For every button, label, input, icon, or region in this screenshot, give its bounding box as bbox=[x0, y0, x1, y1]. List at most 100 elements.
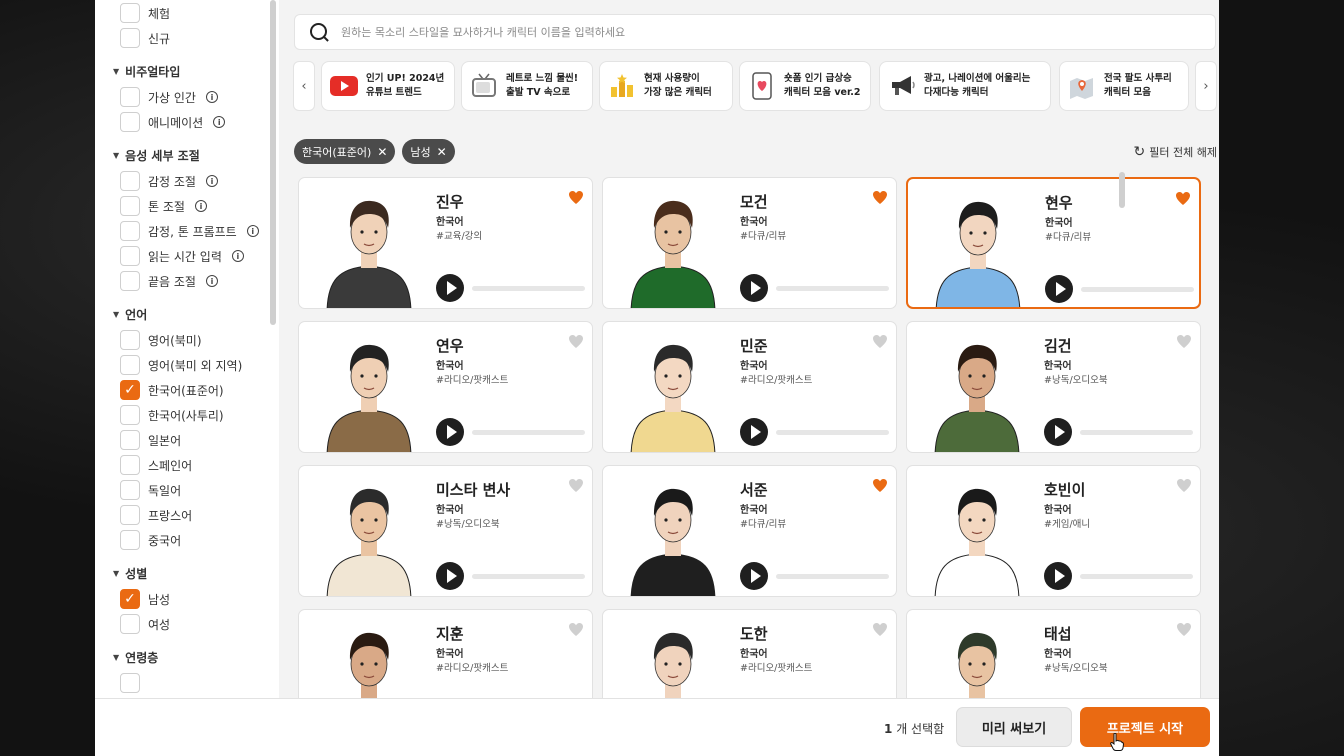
audio-progress-track[interactable] bbox=[776, 430, 889, 435]
filter-option-3-0[interactable]: ✓ 남성 bbox=[120, 588, 170, 610]
character-card[interactable]: 호빈이 한국어 #게임/애니 bbox=[906, 465, 1201, 597]
filter-option-partial[interactable] bbox=[120, 672, 140, 694]
checkbox[interactable] bbox=[120, 171, 140, 191]
theme-banner-5[interactable]: 전국 팔도 사투리 캐릭터 모음 bbox=[1059, 61, 1189, 111]
search-icon[interactable] bbox=[309, 22, 329, 42]
filter-option-top-1[interactable]: 신규 bbox=[120, 27, 170, 49]
filter-option-0-0[interactable]: 가상 인간 i bbox=[120, 86, 218, 108]
character-card[interactable]: 미스타 변사 한국어 #낭독/오디오북 bbox=[298, 465, 593, 597]
character-card[interactable]: 민준 한국어 #라디오/팟캐스트 bbox=[602, 321, 897, 453]
checkbox[interactable] bbox=[120, 112, 140, 132]
filter-option-top-0[interactable]: 체험 bbox=[120, 2, 170, 24]
audio-progress-track[interactable] bbox=[472, 574, 585, 579]
filter-chip[interactable]: 남성 ✕ bbox=[402, 139, 455, 164]
preview-button[interactable]: 미리 써보기 bbox=[956, 707, 1072, 747]
heart-icon[interactable] bbox=[568, 190, 584, 206]
filter-option-2-0[interactable]: 영어(북미) bbox=[120, 329, 202, 351]
checkbox[interactable] bbox=[120, 355, 140, 375]
filter-option-1-1[interactable]: 톤 조절 i bbox=[120, 195, 207, 217]
play-button[interactable] bbox=[436, 562, 464, 590]
audio-progress-track[interactable] bbox=[1081, 287, 1194, 292]
heart-icon[interactable] bbox=[568, 478, 584, 494]
filter-section-header[interactable]: ▼ 비주얼타입 bbox=[113, 63, 180, 80]
character-card[interactable]: 모건 한국어 #다큐/리뷰 bbox=[602, 177, 897, 309]
sidebar-scrollbar[interactable] bbox=[270, 0, 276, 325]
checkbox[interactable] bbox=[120, 330, 140, 350]
character-card[interactable]: 현우 한국어 #다큐/리뷰 bbox=[906, 177, 1201, 309]
checkbox[interactable] bbox=[120, 530, 140, 550]
filter-option-2-6[interactable]: 독일어 bbox=[120, 479, 181, 501]
filter-option-2-8[interactable]: 중국어 bbox=[120, 529, 181, 551]
filter-option-2-1[interactable]: 영어(북미 외 지역) bbox=[120, 354, 242, 376]
filter-option-1-3[interactable]: 읽는 시간 입력 i bbox=[120, 245, 244, 267]
audio-progress-track[interactable] bbox=[776, 574, 889, 579]
play-button[interactable] bbox=[436, 418, 464, 446]
checkbox[interactable] bbox=[120, 455, 140, 475]
filter-chip[interactable]: 한국어(표준어) ✕ bbox=[294, 139, 396, 164]
filter-option-2-2[interactable]: ✓ 한국어(표준어) bbox=[120, 379, 224, 401]
heart-icon[interactable] bbox=[1176, 622, 1192, 638]
play-button[interactable] bbox=[1044, 418, 1072, 446]
filter-option-1-0[interactable]: 감정 조절 i bbox=[120, 170, 218, 192]
info-icon[interactable]: i bbox=[194, 200, 207, 212]
checkbox[interactable] bbox=[120, 196, 140, 216]
checkbox[interactable]: ✓ bbox=[120, 589, 140, 609]
filter-option-2-7[interactable]: 프랑스어 bbox=[120, 504, 192, 526]
grid-scrollbar[interactable] bbox=[1119, 172, 1125, 208]
info-icon[interactable]: i bbox=[205, 91, 218, 103]
audio-progress-track[interactable] bbox=[776, 286, 889, 291]
audio-progress-track[interactable] bbox=[472, 286, 585, 291]
play-button[interactable] bbox=[740, 274, 768, 302]
heart-icon[interactable] bbox=[872, 190, 888, 206]
carousel-prev-button[interactable]: ‹ bbox=[293, 61, 315, 111]
theme-banner-1[interactable]: 레트로 느낌 물씬! 출발 TV 속으로 bbox=[461, 61, 593, 111]
search-input[interactable] bbox=[341, 25, 1141, 39]
play-button[interactable] bbox=[740, 562, 768, 590]
play-button[interactable] bbox=[1045, 275, 1073, 303]
play-button[interactable] bbox=[436, 274, 464, 302]
character-card[interactable]: 김건 한국어 #낭독/오디오북 bbox=[906, 321, 1201, 453]
character-card[interactable]: 지훈 한국어 #라디오/팟캐스트 bbox=[298, 609, 593, 698]
heart-icon[interactable] bbox=[1176, 478, 1192, 494]
checkbox[interactable] bbox=[120, 221, 140, 241]
checkbox[interactable] bbox=[120, 28, 140, 48]
heart-icon[interactable] bbox=[1176, 334, 1192, 350]
checkbox[interactable] bbox=[120, 430, 140, 450]
info-icon[interactable]: i bbox=[213, 116, 226, 128]
audio-progress-track[interactable] bbox=[1080, 574, 1193, 579]
heart-icon[interactable] bbox=[568, 334, 584, 350]
theme-banner-4[interactable]: 광고, 나레이션에 어울리는 다재다능 캐릭터 bbox=[879, 61, 1051, 111]
play-button[interactable] bbox=[1044, 562, 1072, 590]
character-card[interactable]: 도한 한국어 #라디오/팟캐스트 bbox=[602, 609, 897, 698]
info-icon[interactable]: i bbox=[246, 225, 259, 237]
filter-section-header[interactable]: ▼ 음성 세부 조절 bbox=[113, 147, 200, 164]
checkbox[interactable] bbox=[120, 3, 140, 23]
filter-section-header[interactable]: ▼ 성별 bbox=[113, 565, 147, 582]
heart-icon[interactable] bbox=[872, 622, 888, 638]
filter-option-1-4[interactable]: 끝음 조절 i bbox=[120, 270, 218, 292]
checkbox[interactable] bbox=[120, 271, 140, 291]
audio-progress-track[interactable] bbox=[472, 430, 585, 435]
checkbox[interactable] bbox=[120, 614, 140, 634]
checkbox[interactable] bbox=[120, 87, 140, 107]
heart-icon[interactable] bbox=[872, 478, 888, 494]
checkbox[interactable] bbox=[120, 480, 140, 500]
heart-icon[interactable] bbox=[872, 334, 888, 350]
filter-section-header[interactable]: ▼ 언어 bbox=[113, 306, 147, 323]
start-project-button[interactable]: 프로젝트 시작 bbox=[1080, 707, 1210, 747]
checkbox[interactable] bbox=[120, 673, 140, 693]
checkbox[interactable] bbox=[120, 405, 140, 425]
character-card[interactable]: 태섭 한국어 #낭독/오디오북 bbox=[906, 609, 1201, 698]
reset-filters-button[interactable]: ↻ 필터 전체 해제 bbox=[1134, 144, 1217, 160]
carousel-next-button[interactable]: › bbox=[1195, 61, 1217, 111]
info-icon[interactable]: i bbox=[231, 250, 244, 262]
info-icon[interactable]: i bbox=[205, 175, 218, 187]
checkbox[interactable] bbox=[120, 505, 140, 525]
filter-option-0-1[interactable]: 애니메이션 i bbox=[120, 111, 226, 133]
filter-option-2-3[interactable]: 한국어(사투리) bbox=[120, 404, 224, 426]
character-card[interactable]: 진우 한국어 #교육/강의 bbox=[298, 177, 593, 309]
filter-option-2-5[interactable]: 스페인어 bbox=[120, 454, 192, 476]
theme-banner-2[interactable]: 현재 사용량이 가장 많은 캐릭터 bbox=[599, 61, 733, 111]
checkbox[interactable] bbox=[120, 246, 140, 266]
info-icon[interactable]: i bbox=[205, 275, 218, 287]
